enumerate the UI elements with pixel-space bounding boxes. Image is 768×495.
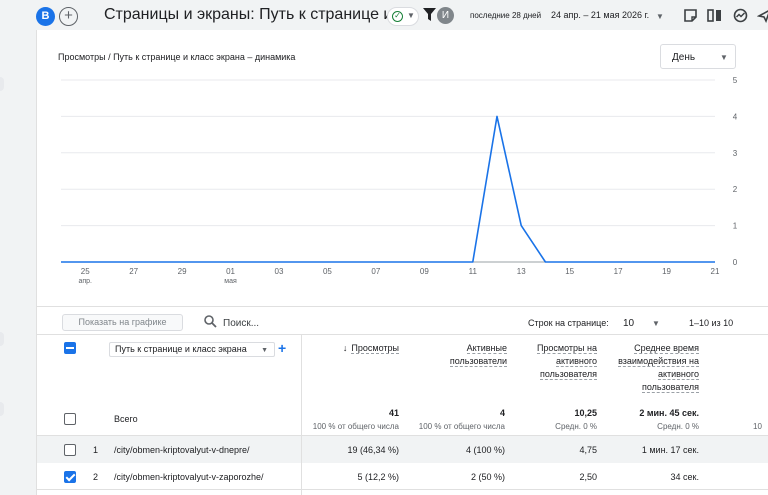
divider	[37, 306, 768, 307]
row-page-path[interactable]: /city/obmen-kriptovalyut-v-dnepre/	[114, 445, 250, 455]
totals-checkbox[interactable]	[64, 413, 76, 425]
pagination-range: 1–10 из 10	[689, 318, 734, 328]
granularity-value: День	[672, 52, 696, 63]
x-tick-label: 03	[275, 267, 284, 276]
daterange-label[interactable]: последние 28 дней	[470, 11, 541, 20]
scroll-marker	[0, 332, 4, 346]
x-tick-label: 05	[323, 267, 332, 276]
y-tick-label: 4	[733, 112, 738, 121]
next-column-clip: 10	[753, 422, 762, 431]
column-header-active-users[interactable]: Активные пользователи	[429, 342, 507, 368]
compare-icon[interactable]	[707, 8, 722, 23]
user-initial-chip[interactable]: И	[437, 7, 454, 24]
table-row[interactable]: 2 /city/obmen-kriptovalyut-v-zaporozhe/ …	[37, 463, 768, 490]
x-tick-label: 01	[226, 267, 235, 276]
insights-icon[interactable]	[733, 8, 748, 23]
select-all-checkbox[interactable]	[64, 342, 76, 354]
chevron-down-icon[interactable]: ▼	[652, 319, 660, 328]
column-divider	[301, 463, 302, 490]
scroll-marker	[0, 77, 4, 91]
row-views-per-user: 2,50	[579, 472, 597, 482]
rows-per-page-label: Строк на странице:	[528, 318, 609, 328]
granularity-select[interactable]: День ▼	[660, 44, 736, 69]
total-active-users: 4	[499, 408, 505, 418]
total-users-share: 100 % от общего числа	[418, 422, 505, 431]
column-header-views[interactable]: ↓ Просмотры	[329, 342, 399, 355]
report-status-button[interactable]: ✓ ▼	[387, 7, 419, 26]
total-engagement-time: 2 мин. 45 сек.	[639, 408, 699, 418]
report-title: Страницы и экраны: Путь к странице и к..…	[104, 6, 418, 23]
chevron-down-icon: ▼	[407, 11, 415, 20]
search-icon	[204, 315, 217, 328]
row-engagement-time: 1 мин. 17 сек.	[641, 445, 699, 455]
row-views-per-user: 4,75	[579, 445, 597, 455]
table-row[interactable]: 1 /city/obmen-kriptovalyut-v-dnepre/ 19 …	[37, 436, 768, 463]
row-engagement-time: 34 сек.	[670, 472, 699, 482]
row-active-users: 4 (100 %)	[465, 445, 505, 455]
column-header-views-per-user[interactable]: Просмотры на активного пользователя	[525, 342, 597, 381]
x-tick-label: 19	[662, 267, 671, 276]
search-input[interactable]	[223, 316, 383, 330]
top-bar: В + Страницы и экраны: Путь к странице и…	[0, 0, 768, 32]
x-tick-label: 27	[129, 267, 138, 276]
chart-title: Просмотры / Путь к странице и класс экра…	[58, 52, 296, 62]
note-icon[interactable]	[683, 8, 698, 23]
y-tick-label: 0	[733, 258, 738, 267]
add-comparison-button[interactable]: +	[59, 7, 78, 26]
chevron-down-icon: ▼	[261, 347, 268, 354]
x-tick-month-label: апр.	[78, 278, 92, 285]
row-views: 5 (12,2 %)	[357, 472, 399, 482]
share-icon[interactable]	[757, 8, 768, 23]
chevron-down-icon: ▼	[720, 53, 728, 62]
plot-rows-button[interactable]: Показать на графике	[62, 314, 183, 331]
y-tick-label: 3	[733, 149, 738, 158]
total-views-per-user: 10,25	[574, 408, 597, 418]
divider	[37, 334, 768, 335]
check-icon: ✓	[392, 11, 403, 22]
x-tick-label: 07	[371, 267, 380, 276]
add-dimension-button[interactable]: +	[278, 340, 286, 356]
y-tick-label: 2	[733, 185, 738, 194]
x-tick-label: 13	[517, 267, 526, 276]
property-avatar[interactable]: В	[36, 7, 55, 26]
left-gutter	[0, 32, 36, 495]
y-tick-label: 5	[733, 76, 738, 85]
row-checkbox[interactable]	[64, 444, 76, 456]
x-tick-label: 11	[469, 267, 478, 276]
row-active-users: 2 (50 %)	[470, 472, 505, 482]
row-page-path[interactable]: /city/obmen-kriptovalyut-v-zaporozhe/	[114, 472, 264, 482]
x-tick-label: 21	[711, 267, 720, 276]
y-tick-label: 1	[733, 222, 738, 231]
totals-label: Всего	[114, 414, 138, 424]
dimension-select[interactable]: Путь к странице и класс экрана ▼	[109, 342, 275, 357]
rows-per-page-select[interactable]: 10	[623, 318, 634, 329]
daterange-value[interactable]: 24 апр. – 21 мая 2026 г.	[551, 10, 649, 20]
line-chart: 01234525апр.27 29 01мая03 05 07 09 11 13 15 17 19 2…	[61, 76, 738, 285]
x-tick-label: 25	[81, 267, 90, 276]
x-tick-label: 29	[178, 267, 187, 276]
x-tick-month-label: мая	[224, 278, 237, 285]
report-card: Просмотры / Путь к странице и класс экра…	[36, 30, 768, 495]
scroll-marker	[0, 402, 4, 416]
row-views: 19 (46,34 %)	[347, 445, 399, 455]
column-header-engagement-time[interactable]: Среднее время взаимодействия на активног…	[617, 342, 699, 394]
x-tick-label: 17	[614, 267, 623, 276]
row-index: 2	[93, 472, 99, 482]
column-divider	[301, 436, 302, 463]
sort-down-icon: ↓	[342, 343, 348, 353]
x-tick-label: 09	[420, 267, 429, 276]
row-checkbox[interactable]	[64, 471, 76, 483]
total-time-avg: Средн. 0 %	[657, 422, 699, 431]
row-index: 1	[93, 445, 99, 455]
total-vpu-avg: Средн. 0 %	[555, 422, 597, 431]
dimension-label: Путь к странице и класс экрана	[115, 344, 247, 354]
total-views: 41	[388, 408, 399, 418]
total-views-share: 100 % от общего числа	[312, 422, 399, 431]
x-tick-label: 15	[565, 267, 574, 276]
filter-icon[interactable]	[423, 8, 436, 22]
chevron-down-icon[interactable]: ▼	[656, 12, 664, 21]
